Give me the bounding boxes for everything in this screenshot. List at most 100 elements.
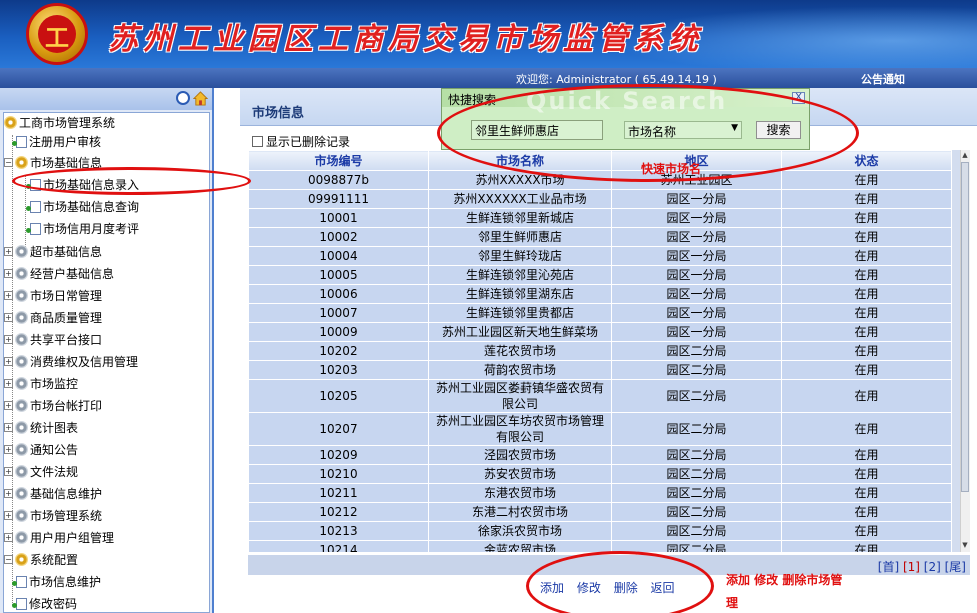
table-row[interactable]: 10007 生鲜连锁邻里贵都店 园区一分局 在用 — [248, 303, 952, 323]
edit-link[interactable]: 修改 — [577, 581, 601, 595]
search-button[interactable]: 搜索 — [756, 121, 801, 139]
expand-icon[interactable]: + — [4, 269, 13, 278]
tree-item-market-info-entry[interactable]: 市场基础信息录入 — [26, 175, 139, 195]
expand-icon[interactable]: + — [4, 445, 13, 454]
cell-market-code: 10212 — [248, 502, 429, 522]
expand-icon[interactable]: + — [4, 401, 13, 410]
cell-status: 在用 — [781, 208, 952, 228]
table-row[interactable]: 10207 苏州工业园区车坊农贸市场管理有限公司 园区二分局 在用 — [248, 412, 952, 446]
collapse-icon[interactable]: − — [4, 555, 13, 564]
tree-item-market-maintenance[interactable]: 市场信息维护 — [12, 572, 101, 592]
scroll-up-icon[interactable]: ▲ — [961, 150, 969, 160]
expand-icon[interactable]: + — [4, 511, 13, 520]
close-icon[interactable]: X — [792, 92, 805, 104]
folder-icon — [15, 531, 28, 544]
tree-item-market-info-query[interactable]: 市场基础信息查询 — [26, 197, 139, 217]
table-row[interactable]: 10209 泾园农贸市场 园区二分局 在用 — [248, 445, 952, 465]
quick-search-titlebar[interactable]: Quick Search 快捷搜索 X — [442, 87, 809, 115]
scrollbar-thumb[interactable] — [961, 162, 969, 492]
cell-region: 园区二分局 — [611, 379, 782, 413]
cell-region: 园区一分局 — [611, 246, 782, 266]
page-icon — [26, 200, 41, 213]
column-header[interactable]: 市场编号 — [248, 150, 429, 171]
expand-icon[interactable]: + — [4, 533, 13, 542]
cell-region: 园区二分局 — [611, 412, 782, 446]
cell-region: 园区一分局 — [611, 227, 782, 247]
table-row[interactable]: 10005 生鲜连锁邻里沁苑店 园区一分局 在用 — [248, 265, 952, 285]
tree-folder[interactable]: + 市场管理系统 — [4, 506, 102, 526]
tree-folder[interactable]: + 统计图表 — [4, 418, 78, 438]
tree-folder[interactable]: + 文件法规 — [4, 462, 78, 482]
expand-icon[interactable]: + — [4, 467, 13, 476]
tree-folder-market-info[interactable]: − 市场基础信息 — [4, 153, 102, 173]
tree-folder[interactable]: + 共享平台接口 — [4, 330, 102, 350]
table-row[interactable]: 09991111 苏州XXXXXX工业品市场 园区一分局 在用 — [248, 189, 952, 209]
expand-icon[interactable]: + — [4, 291, 13, 300]
tree-item-user-audit[interactable]: 注册用户审核 — [12, 132, 101, 152]
add-link[interactable]: 添加 — [540, 581, 564, 595]
expand-icon[interactable]: + — [4, 379, 13, 388]
tree-root[interactable]: 工商市场管理系统 — [4, 113, 115, 133]
expand-icon[interactable]: + — [4, 489, 13, 498]
table-row[interactable]: 10006 生鲜连锁邻里湖东店 园区一分局 在用 — [248, 284, 952, 304]
cell-market-code: 10213 — [248, 521, 429, 541]
quick-search-input[interactable] — [471, 120, 603, 140]
expand-icon[interactable]: + — [4, 313, 13, 322]
cell-market-name: 苏州工业园区车坊农贸市场管理有限公司 — [428, 412, 612, 446]
column-header[interactable]: 市场名称 — [428, 150, 612, 171]
search-field-select[interactable]: 市场名称 ▼ — [624, 121, 742, 139]
page-1-link[interactable]: [1] — [903, 560, 920, 574]
table-row[interactable]: 10212 东港二村农贸市场 园区二分局 在用 — [248, 502, 952, 522]
checkbox-icon[interactable] — [252, 136, 263, 147]
cell-status: 在用 — [781, 246, 952, 266]
cell-status: 在用 — [781, 412, 952, 446]
tree-folder[interactable]: + 通知公告 — [4, 440, 78, 460]
cell-region: 园区一分局 — [611, 303, 782, 323]
table-row[interactable]: 10002 邻里生鲜师惠店 园区一分局 在用 — [248, 227, 952, 247]
tree-folder[interactable]: + 超市基础信息 — [4, 242, 102, 262]
table-row[interactable]: 10210 苏安农贸市场 园区二分局 在用 — [248, 464, 952, 484]
show-deleted-checkbox[interactable]: 显示已删除记录 — [252, 133, 350, 150]
refresh-icon[interactable] — [176, 91, 190, 105]
table-row[interactable]: 0098877b 苏州XXXXX市场 苏州工业园区 在用 — [248, 170, 952, 190]
tree-folder[interactable]: + 市场监控 — [4, 374, 78, 394]
tree-item-change-password[interactable]: 修改密码 — [12, 594, 77, 612]
tree-folder[interactable]: + 经营户基础信息 — [4, 264, 114, 284]
page-last-link[interactable]: [尾] — [945, 560, 966, 574]
cell-region: 园区二分局 — [611, 464, 782, 484]
table-row[interactable]: 10213 徐家浜农贸市场 园区二分局 在用 — [248, 521, 952, 541]
expand-icon[interactable]: + — [4, 423, 13, 432]
home-icon[interactable] — [193, 91, 208, 106]
notice-link[interactable]: 公告通知 — [861, 71, 905, 87]
table-row[interactable]: 10214 金蓝农贸市场 园区二分局 在用 — [248, 540, 952, 552]
scroll-down-icon[interactable]: ▼ — [961, 540, 969, 550]
table-row[interactable]: 10004 邻里生鲜玲珑店 园区一分局 在用 — [248, 246, 952, 266]
tree-folder-system-config[interactable]: − 系统配置 — [4, 550, 78, 570]
expand-icon[interactable]: + — [4, 247, 13, 256]
table-row[interactable]: 10001 生鲜连锁邻里新城店 园区一分局 在用 — [248, 208, 952, 228]
table-row[interactable]: 10202 莲花农贸市场 园区二分局 在用 — [248, 341, 952, 361]
page-2-link[interactable]: [2] — [924, 560, 941, 574]
collapse-icon[interactable]: − — [4, 158, 13, 167]
tree-folder[interactable]: + 市场日常管理 — [4, 286, 102, 306]
table-row[interactable]: 10009 苏州工业园区新天地生鲜菜场 园区一分局 在用 — [248, 322, 952, 342]
tree-folder[interactable]: + 商品质量管理 — [4, 308, 102, 328]
column-header[interactable]: 状态 — [781, 150, 952, 171]
tree-folder[interactable]: + 用户用户组管理 — [4, 528, 114, 548]
nav-tree: 工商市场管理系统 注册用户审核 − 市场基础信息 市场基础信息录入 市场基础信息查… — [3, 112, 210, 613]
delete-link[interactable]: 删除 — [614, 581, 638, 595]
table-row[interactable]: 10203 荷韵农贸市场 园区二分局 在用 — [248, 360, 952, 380]
expand-icon[interactable]: + — [4, 357, 13, 366]
tree-folder[interactable]: + 市场台帐打印 — [4, 396, 102, 416]
cell-market-name: 苏州XXXXXX工业品市场 — [428, 189, 612, 209]
tree-folder[interactable]: + 基础信息维护 — [4, 484, 102, 504]
table-row[interactable]: 10205 苏州工业园区娄葑镇华盛农贸有限公司 园区二分局 在用 — [248, 379, 952, 413]
table-row[interactable]: 10211 东港农贸市场 园区二分局 在用 — [248, 483, 952, 503]
cell-market-code: 09991111 — [248, 189, 429, 209]
tree-item-credit-review[interactable]: 市场信用月度考评 — [26, 219, 139, 239]
expand-icon[interactable]: + — [4, 335, 13, 344]
header-banner: 苏州工业园区工商局交易市场监管系统 — [0, 0, 977, 68]
tree-folder[interactable]: + 消费维权及信用管理 — [4, 352, 138, 372]
page-first-link[interactable]: [首] — [878, 560, 899, 574]
back-link[interactable]: 返回 — [651, 581, 675, 595]
